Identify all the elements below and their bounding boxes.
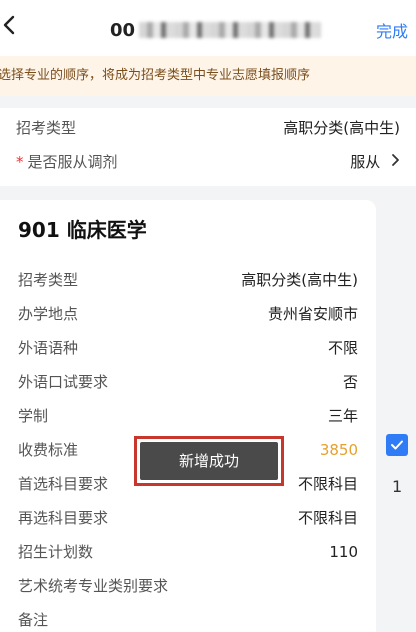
fee-value: 3850 bbox=[319, 441, 358, 459]
selection-order-number: 1 bbox=[392, 477, 403, 496]
field-row: 再选科目要求 不限科目 bbox=[0, 506, 376, 530]
field-row: 备注 bbox=[0, 608, 376, 632]
field-row: 外语口试要求 否 bbox=[0, 370, 376, 394]
success-toast: 新增成功 bbox=[140, 442, 278, 480]
field-label: 招生计划数 bbox=[18, 543, 94, 561]
exam-type-value: 高职分类(高中生) bbox=[283, 119, 400, 137]
exam-type-row: 招考类型 高职分类(高中生) bbox=[0, 114, 416, 142]
major-title: 901 临床医学 bbox=[18, 218, 147, 242]
field-row: 外语语种 不限 bbox=[0, 336, 376, 360]
field-label: 备注 bbox=[18, 611, 49, 629]
field-label: 艺术统考专业类别要求 bbox=[18, 577, 169, 595]
application-info-panel: 招考类型 高职分类(高中生) * 是否服从调剂 服从 bbox=[0, 108, 416, 186]
adjust-row[interactable]: * 是否服从调剂 服从 bbox=[0, 148, 416, 176]
field-value: 不限科目 bbox=[297, 509, 358, 527]
page-title-text: 00 bbox=[110, 19, 136, 41]
field-value: 三年 bbox=[327, 407, 358, 425]
major-card: 901 临床医学 招考类型 高职分类(高中生) 办学地点 贵州省安顺市 外语语种… bbox=[0, 200, 376, 632]
field-value: 110 bbox=[329, 543, 358, 561]
required-mark: * bbox=[16, 153, 24, 171]
top-nav-bar: 00 完成 bbox=[0, 0, 416, 56]
field-label: 外语口试要求 bbox=[18, 373, 109, 391]
order-notice-text: 选择专业的顺序，将成为招考类型中专业志愿填报顺序 bbox=[0, 68, 311, 83]
field-label: 外语语种 bbox=[18, 339, 79, 357]
field-row: 招考类型 高职分类(高中生) bbox=[0, 268, 376, 292]
adjust-value: 服从 bbox=[350, 153, 381, 171]
redacted-title bbox=[139, 22, 322, 38]
done-button[interactable]: 完成 bbox=[376, 18, 408, 42]
field-label: 学制 bbox=[18, 407, 49, 425]
exam-type-label: 招考类型 bbox=[16, 119, 77, 137]
page-title: 00 bbox=[110, 18, 322, 42]
field-value: 贵州省安顺市 bbox=[267, 305, 358, 323]
adjust-label-wrap: * 是否服从调剂 bbox=[16, 148, 118, 176]
field-label: 收费标准 bbox=[18, 441, 79, 459]
field-value: 否 bbox=[342, 373, 358, 391]
field-value: 高职分类(高中生) bbox=[241, 271, 358, 289]
field-label: 首选科目要求 bbox=[18, 475, 109, 493]
field-label: 再选科目要求 bbox=[18, 509, 109, 527]
field-value: 不限科目 bbox=[297, 475, 358, 493]
adjust-label: 是否服从调剂 bbox=[27, 153, 118, 171]
order-notice-banner: 选择专业的顺序，将成为招考类型中专业志愿填报顺序 bbox=[0, 56, 416, 96]
chevron-left-icon bbox=[3, 15, 15, 35]
field-value: 不限 bbox=[327, 339, 358, 357]
adjust-value-wrap[interactable]: 服从 bbox=[350, 148, 400, 176]
field-row: 招生计划数 110 bbox=[0, 540, 376, 564]
back-button[interactable] bbox=[2, 14, 16, 42]
chevron-right-icon bbox=[391, 148, 400, 176]
field-label: 办学地点 bbox=[18, 305, 79, 323]
select-checkbox[interactable] bbox=[386, 434, 408, 456]
checkmark-icon bbox=[391, 440, 403, 450]
field-row: 艺术统考专业类别要求 bbox=[0, 574, 376, 598]
field-row: 学制 三年 bbox=[0, 404, 376, 428]
field-row: 办学地点 贵州省安顺市 bbox=[0, 302, 376, 326]
field-label: 招考类型 bbox=[18, 271, 79, 289]
